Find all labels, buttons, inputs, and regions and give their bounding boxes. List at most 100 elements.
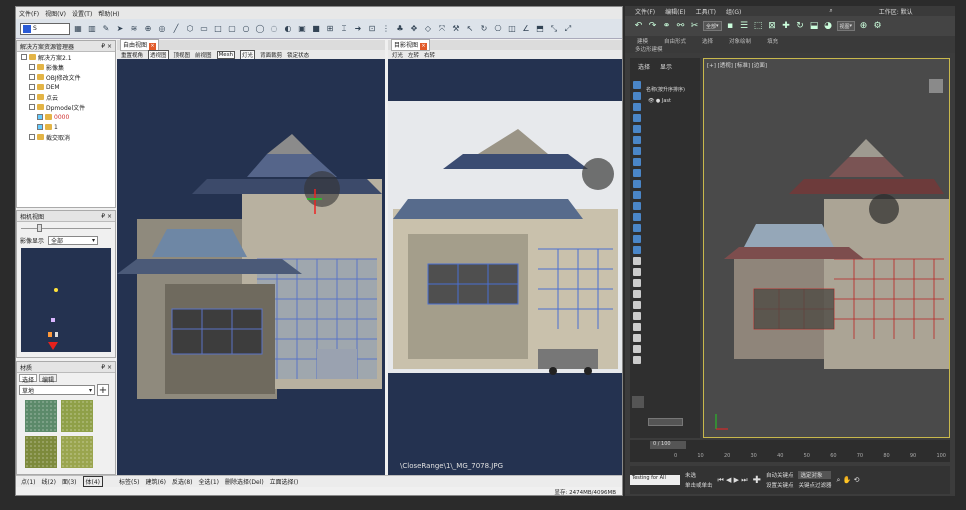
- material-swatch[interactable]: [61, 436, 93, 468]
- square-icon[interactable]: □: [212, 23, 224, 35]
- tab-scene-select[interactable]: 选择: [638, 62, 650, 71]
- tree-item[interactable]: 0000: [17, 112, 115, 122]
- ribbon-tab-populate[interactable]: 填充: [767, 37, 778, 45]
- scene-filter-icon[interactable]: [632, 257, 641, 265]
- export-icon[interactable]: ⬒: [534, 23, 546, 35]
- ring-icon[interactable]: ◌: [268, 23, 280, 35]
- visibility-checkbox[interactable]: [37, 124, 43, 130]
- line-icon[interactable]: ╱: [170, 23, 182, 35]
- scene-filter-icon[interactable]: [632, 136, 641, 144]
- visibility-checkbox[interactable]: [29, 74, 35, 80]
- free-viewport-canvas[interactable]: [117, 59, 385, 475]
- scene-filter-icon[interactable]: [632, 246, 641, 254]
- save-icon[interactable]: ▦: [72, 23, 84, 35]
- visibility-checkbox[interactable]: [29, 134, 35, 140]
- selection-mode-button[interactable]: 面(3): [62, 477, 77, 486]
- expand-icon[interactable]: ⤢: [562, 23, 574, 35]
- scene-filter-icon[interactable]: [632, 268, 641, 276]
- tab-edit[interactable]: 编辑: [39, 374, 58, 384]
- viewport-toolbar-button[interactable]: 锁定状态: [287, 51, 309, 59]
- reference-coord-select[interactable]: 视图 ▾: [836, 21, 856, 31]
- tree-item[interactable]: 解决方案2.1: [17, 52, 115, 62]
- add-material-button[interactable]: +: [97, 384, 109, 396]
- timeline[interactable]: 0 / 100 0 10 20 30 40 50 60 70 80 90 100: [630, 440, 950, 462]
- grid-icon[interactable]: ▥: [86, 23, 98, 35]
- brush-icon[interactable]: ✎: [100, 23, 112, 35]
- scene-filter-icon[interactable]: [632, 323, 641, 331]
- tree-item[interactable]: 截交取消: [17, 132, 115, 142]
- selection-mode-button[interactable]: 全选(1): [199, 477, 220, 486]
- sphere-icon[interactable]: ◐: [282, 23, 294, 35]
- move-icon[interactable]: ✥: [408, 23, 420, 35]
- scene-filter-icon[interactable]: [632, 356, 641, 364]
- undo-icon[interactable]: ↶: [633, 21, 644, 32]
- expand-icon[interactable]: [632, 396, 644, 408]
- selection-mode-button[interactable]: 立面选择(): [270, 477, 299, 486]
- region-select-icon[interactable]: ⬚: [753, 21, 764, 32]
- viewport-toolbar-button[interactable]: 灯光: [240, 49, 256, 60]
- visibility-checkbox[interactable]: [29, 64, 35, 70]
- link-icon[interactable]: ⊕: [142, 23, 154, 35]
- scene-filter-icon[interactable]: [632, 180, 641, 188]
- scene-item[interactable]: 👁 ● Jast: [648, 98, 671, 104]
- redo-icon[interactable]: ↷: [647, 21, 658, 32]
- scene-filter-icon[interactable]: [632, 103, 641, 111]
- rotate-icon[interactable]: ↻: [478, 23, 490, 35]
- layers-icon[interactable]: ≋: [128, 23, 140, 35]
- ribbon-tab-modeling[interactable]: 建模: [637, 37, 648, 45]
- image-display-select[interactable]: 全部 ▾: [48, 235, 99, 245]
- tab-image-view[interactable]: 目影视图 ×: [391, 39, 430, 51]
- circle-icon[interactable]: ○: [240, 23, 252, 35]
- viewport-toolbar-button[interactable]: 重置视角: [121, 51, 143, 59]
- wrench-icon[interactable]: ⚒: [450, 23, 462, 35]
- layer-select[interactable]: S: [20, 22, 70, 35]
- scene-filter-icon[interactable]: [632, 202, 641, 210]
- scene-filter-icon[interactable]: [632, 290, 641, 298]
- scene-filter-icon[interactable]: [632, 147, 641, 155]
- selection-mode-button[interactable]: 标签(5): [119, 477, 140, 486]
- transform-icon[interactable]: ⤧: [436, 23, 448, 35]
- viewport-toolbar-button[interactable]: 右转: [424, 51, 435, 59]
- tree-item[interactable]: 影像集: [17, 62, 115, 72]
- scene-filter-icon[interactable]: [632, 301, 641, 309]
- frame-counter[interactable]: 0 / 100: [650, 441, 686, 449]
- viewport-toolbar-button[interactable]: 透视图: [148, 49, 169, 60]
- menu-file[interactable]: 文件(F): [19, 9, 39, 18]
- menu-file[interactable]: 文件(F): [635, 7, 655, 16]
- search-box[interactable]: ⌕: [829, 7, 832, 15]
- move-icon[interactable]: ✚: [781, 21, 792, 32]
- menu-edit[interactable]: 编辑(E): [665, 7, 685, 16]
- scene-filter-icon[interactable]: [632, 81, 641, 89]
- viewport-label[interactable]: [+] [透视] [标准] [边面]: [707, 61, 767, 69]
- tree-item[interactable]: OBJ修改文件: [17, 72, 115, 82]
- selection-mode-button[interactable]: 体(4): [82, 476, 103, 487]
- scene-filter-icon[interactable]: [632, 213, 641, 221]
- tab-select[interactable]: 选择: [19, 374, 38, 384]
- table-icon[interactable]: ⊞: [324, 23, 336, 35]
- pin-close-icon[interactable]: ₽ ×: [101, 43, 112, 50]
- link-icon[interactable]: ⚭: [661, 21, 672, 32]
- arrow-icon[interactable]: ➜: [352, 23, 364, 35]
- scene-filter-icon[interactable]: [632, 125, 641, 133]
- material-select[interactable]: 草地 ▾: [19, 385, 95, 395]
- material-swatch[interactable]: [61, 400, 93, 432]
- place-icon[interactable]: ◕: [823, 21, 834, 32]
- auto-key-button[interactable]: 自动关键点: [766, 471, 794, 479]
- measure-icon[interactable]: ⌶: [338, 23, 350, 35]
- perspective-viewport[interactable]: [+] [透视] [标准] [边面]: [703, 58, 950, 438]
- angle-icon[interactable]: ∠: [520, 23, 532, 35]
- node-icon[interactable]: ⊡: [366, 23, 378, 35]
- playback-controls-icon[interactable]: ⏮ ◀ ▶ ⏭: [718, 476, 748, 485]
- scene-filter-icon[interactable]: [632, 191, 641, 199]
- camera-slider[interactable]: [17, 222, 115, 234]
- selection-filter-select[interactable]: 全部 ▾: [703, 21, 722, 31]
- visibility-checkbox[interactable]: [29, 94, 35, 100]
- tree-item[interactable]: Dpmodel文件: [17, 102, 115, 112]
- selected-object-select[interactable]: 选定对象: [798, 471, 832, 479]
- pivot-icon[interactable]: ⊕: [858, 21, 869, 32]
- visibility-checkbox[interactable]: [21, 54, 27, 60]
- select-name-icon[interactable]: ☰: [739, 21, 750, 32]
- ribbon-tab-object-paint[interactable]: 对象绘制: [729, 37, 751, 45]
- menu-view[interactable]: 视图(V): [45, 9, 66, 18]
- scene-filter-icon[interactable]: [632, 224, 641, 232]
